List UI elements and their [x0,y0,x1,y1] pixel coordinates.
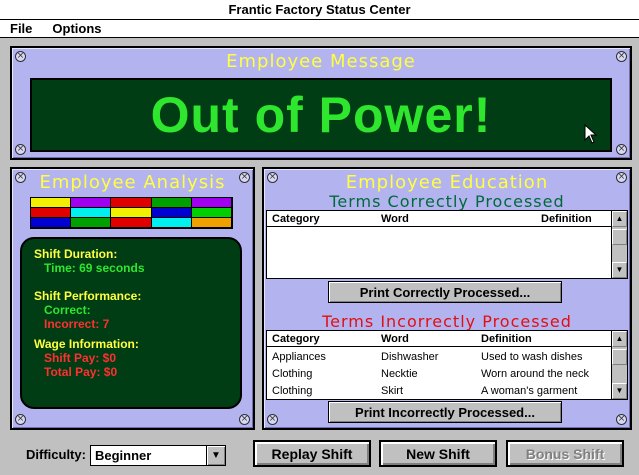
screw-icon: × [616,414,627,425]
column-definition: Definition [481,332,532,345]
screw-icon: × [616,144,627,155]
screw-icon: × [15,414,26,425]
wage-information-label: Wage Information: [34,337,139,351]
swatch-cell [111,218,152,228]
employee-message-panel: × × × × Employee Message Out of Power! [10,46,632,160]
screw-icon: × [239,414,250,425]
column-category: Category [272,332,320,345]
color-swatch-grid [30,197,233,229]
shift-time: Time: 69 seconds [44,261,145,275]
swatch-cell [151,208,192,218]
column-word: Word [381,212,409,225]
difficulty-value: Beginner [95,448,152,463]
print-incorrect-button[interactable]: Print Incorrectly Processed... [328,401,562,423]
shift-pay: Shift Pay: $0 [44,351,117,365]
total-pay: Total Pay: $0 [44,365,118,379]
dropdown-arrow-icon[interactable]: ▼ [206,446,225,465]
list-header: Category Word Definition [267,331,611,347]
employee-message-title: Employee Message [226,51,416,72]
incorrect-list-scrollbar[interactable]: ▲ ▼ [611,331,627,399]
row-category: Appliances [272,350,326,363]
column-word: Word [381,332,409,345]
replay-shift-button[interactable]: Replay Shift [253,440,371,467]
menu-file[interactable]: File [0,21,42,36]
row-word: Necktie [381,367,418,380]
print-correct-button[interactable]: Print Correctly Processed... [328,281,562,303]
row-definition: Used to wash dishes [481,350,583,363]
row-word: Dishwasher [381,350,439,363]
menu-options[interactable]: Options [42,21,111,36]
employee-analysis-panel: × × × × Employee Analysis Shift Duration… [10,167,255,430]
correct-count: Correct: [44,303,91,317]
message-text: Out of Power! [150,87,492,143]
list-header: Category Word Definition [267,211,611,227]
swatch-cell [191,218,232,228]
terms-correct-title: Terms Correctly Processed [329,192,565,211]
row-word: Skirt [381,384,403,397]
menu-bar: File Options [0,20,639,38]
swatch-cell [151,198,192,208]
row-definition: A woman's garment [481,384,578,397]
message-display: Out of Power! [30,78,612,152]
swatch-cell [191,198,232,208]
terms-incorrect-title: Terms Incorrectly Processed [322,312,572,331]
difficulty-label: Difficulty: [26,447,86,462]
swatch-cell [71,218,112,228]
swatch-cell [151,218,192,228]
table-row[interactable]: Clothing Necktie Worn around the neck [267,365,611,382]
row-category: Clothing [272,367,313,380]
column-definition: Definition [541,212,592,225]
window-title: Frantic Factory Status Center [0,0,639,20]
scroll-up-icon[interactable]: ▲ [612,211,627,227]
table-row[interactable]: Appliances Dishwasher Used to wash dishe… [267,348,611,365]
scroll-down-icon[interactable]: ▼ [612,383,627,399]
incorrect-count: Incorrect: 7 [44,317,110,331]
swatch-cell [111,198,152,208]
mouse-pointer-icon [584,124,598,144]
correct-list-scrollbar[interactable]: ▲ ▼ [611,211,627,278]
scroll-thumb[interactable] [612,229,627,245]
employee-analysis-title: Employee Analysis [39,172,226,193]
swatch-cell [71,198,112,208]
swatch-cell [31,198,72,208]
bonus-shift-button: Bonus Shift [506,440,624,467]
swatch-cell [111,208,152,218]
employee-education-title: Employee Education [345,172,549,193]
column-category: Category [272,212,320,225]
screw-icon: × [267,414,278,425]
employee-education-panel: × × × × Employee Education Terms Correct… [262,167,632,430]
row-category: Clothing [272,384,313,397]
row-definition: Worn around the neck [481,367,590,380]
scroll-up-icon[interactable]: ▲ [612,331,627,347]
table-row[interactable]: Clothing Skirt A woman's garment [267,382,611,399]
swatch-cell [191,208,232,218]
shift-duration-label: Shift Duration: [34,247,118,261]
shift-stats-box: Shift Duration: Time: 69 seconds Shift P… [20,237,242,409]
swatch-cell [31,208,72,218]
shift-performance-label: Shift Performance: [34,289,142,303]
screw-icon: × [15,144,26,155]
swatch-cell [71,208,112,218]
scroll-thumb[interactable] [612,349,627,365]
correct-terms-list[interactable]: Category Word Definition ▲ ▼ [266,210,628,279]
difficulty-select[interactable]: Beginner ▼ [90,445,226,466]
swatch-cell [31,218,72,228]
incorrect-terms-list[interactable]: Category Word Definition Appliances Dish… [266,330,628,400]
scroll-down-icon[interactable]: ▼ [612,262,627,278]
frantic-factory-window: Frantic Factory Status Center File Optio… [0,0,639,475]
new-shift-button[interactable]: New Shift [379,440,497,467]
